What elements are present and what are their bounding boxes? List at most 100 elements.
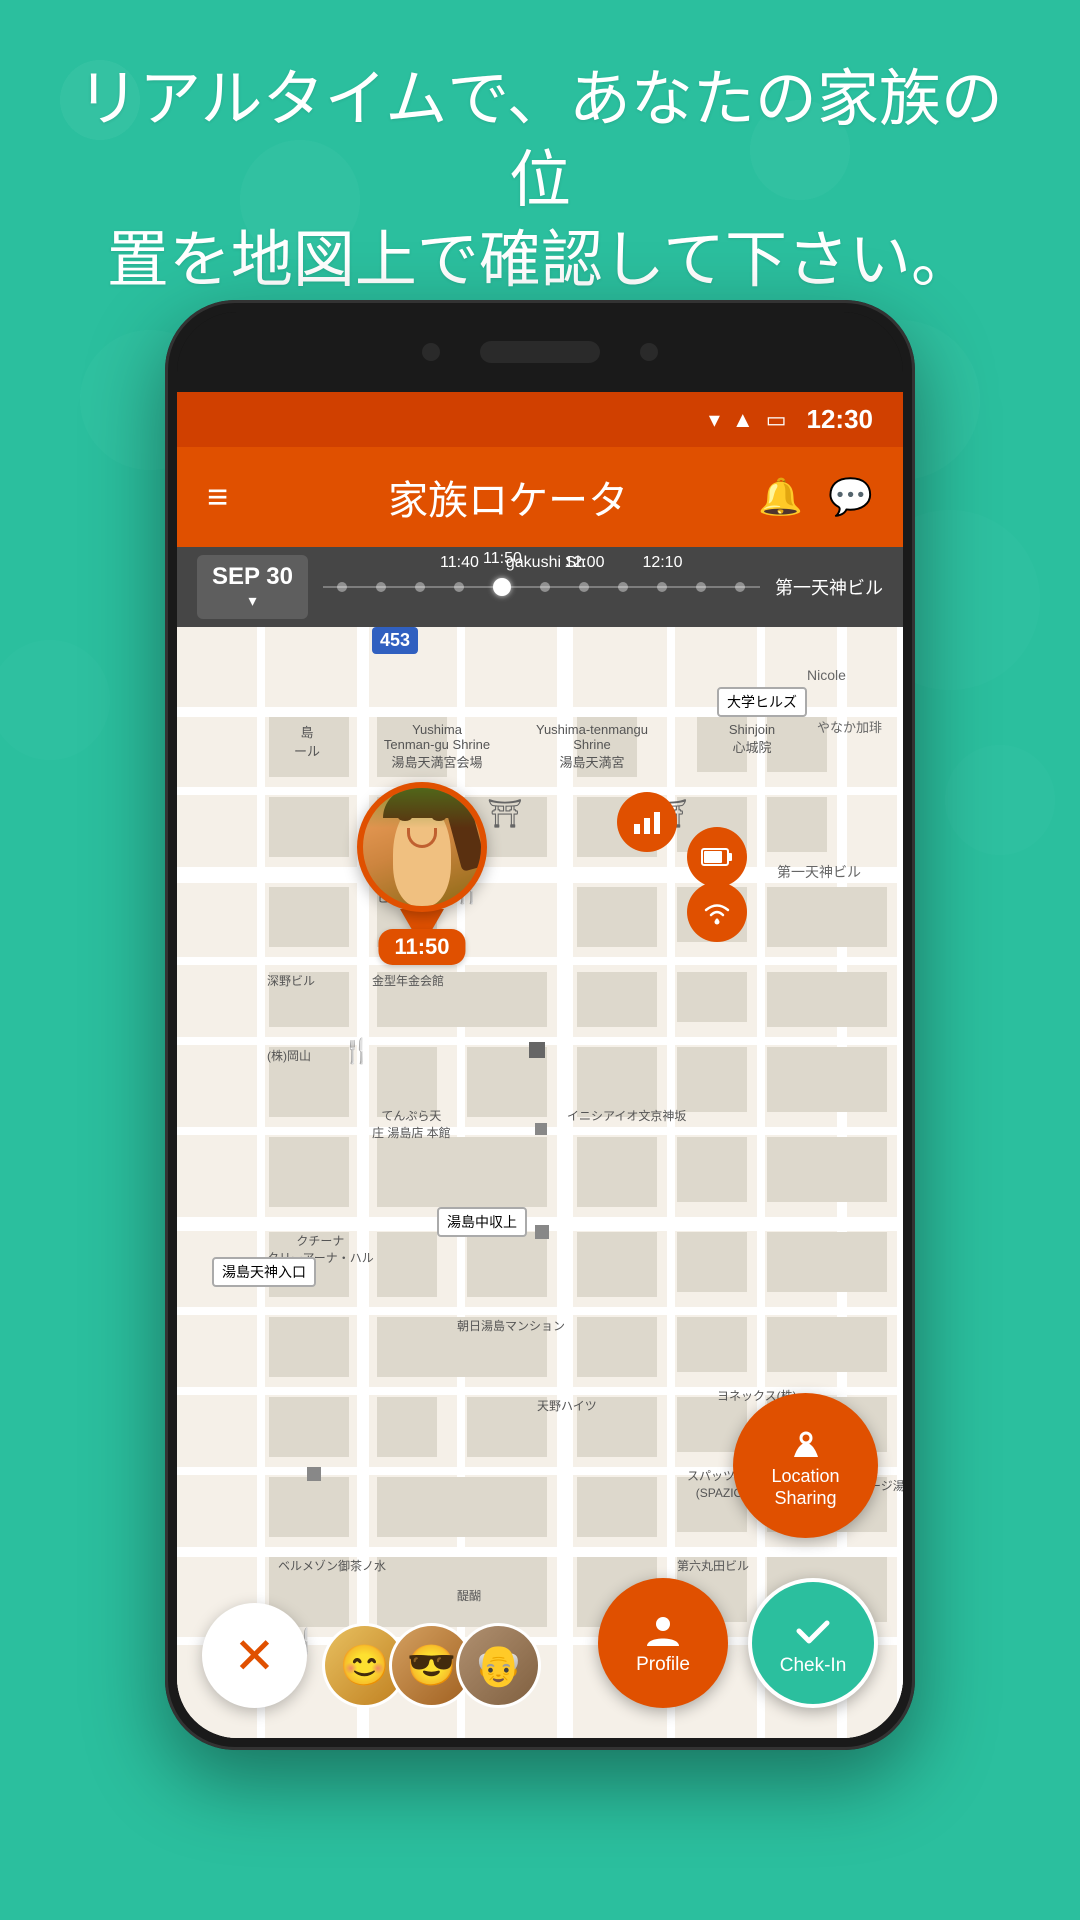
phone-inner: ▾ ▲ ▭ 12:30 ≡ 家族ロケータ 🔔 💬 SEP 30 bbox=[177, 312, 903, 1738]
hero-line1: リアルタイムで、あなたの家族の位 bbox=[60, 60, 1020, 221]
camera-bar bbox=[177, 312, 903, 392]
address-badge: 湯島中収上 bbox=[437, 1207, 527, 1237]
status-icons: ▾ ▲ ▭ 12:30 bbox=[709, 404, 873, 435]
block45 bbox=[467, 1397, 547, 1457]
block18 bbox=[577, 972, 657, 1027]
block36 bbox=[677, 1232, 747, 1292]
date-text: SEP 30 bbox=[212, 563, 293, 592]
label-yushima1: YushimaTenman-gu Shrine湯島天満宮会場 bbox=[372, 722, 502, 771]
block31 bbox=[767, 1137, 887, 1202]
road-v1 bbox=[257, 627, 265, 1738]
block11 bbox=[269, 887, 349, 947]
block34 bbox=[467, 1232, 547, 1297]
block50 bbox=[377, 1477, 547, 1537]
app-title: 家族ロケータ bbox=[258, 468, 758, 526]
label-furano: 深野ビル bbox=[267, 972, 315, 989]
timeline-dots-row: 11:40 11:50 gakushi Sh bbox=[323, 572, 760, 602]
cancel-button[interactable]: ✕ bbox=[202, 1603, 307, 1708]
message-button[interactable]: 💬 bbox=[828, 476, 873, 518]
menu-button[interactable]: ≡ bbox=[207, 476, 228, 518]
block6 bbox=[269, 797, 349, 857]
timeline-right-label: 第一天神ビル bbox=[775, 574, 883, 600]
block20 bbox=[767, 972, 887, 1027]
road-h8 bbox=[177, 1307, 903, 1315]
block35 bbox=[577, 1232, 657, 1297]
block10 bbox=[767, 797, 827, 852]
road-v5 bbox=[667, 627, 675, 1738]
label-kinen: 金型年金会館 bbox=[372, 972, 444, 989]
small-marker2 bbox=[307, 1467, 321, 1481]
profile-label: Profile bbox=[636, 1654, 690, 1676]
block38 bbox=[269, 1317, 349, 1377]
speaker-grille bbox=[480, 341, 600, 363]
notification-button[interactable]: 🔔 bbox=[758, 476, 803, 518]
block19 bbox=[677, 972, 747, 1022]
block41 bbox=[677, 1317, 747, 1372]
block29 bbox=[577, 1137, 657, 1207]
label-asahi: 朝日湯島マンション bbox=[457, 1317, 565, 1334]
status-bar: ▾ ▲ ▭ 12:30 bbox=[177, 392, 903, 447]
block15 bbox=[767, 887, 887, 947]
signal-bubble-bars bbox=[617, 792, 677, 852]
label-maruita: 第六丸田ビル bbox=[677, 1557, 749, 1574]
signal-bubble-battery bbox=[687, 827, 747, 887]
timeline-bar[interactable]: SEP 30 ▾ 11:40 bbox=[177, 547, 903, 627]
location-sharing-button[interactable]: LocationSharing bbox=[733, 1393, 878, 1538]
road-h2 bbox=[177, 787, 903, 795]
battery-icon: ▭ bbox=[766, 407, 787, 433]
checkin-label: Chek-In bbox=[780, 1655, 847, 1677]
label-tempura: てんぷら天庄 湯島店 本館 bbox=[372, 1107, 451, 1141]
label-shinjoin: Shinjoin心城院 bbox=[687, 722, 817, 756]
label-yushima2: Yushima-tenmanguShrine湯島天満宮 bbox=[527, 722, 657, 771]
station-badge: 湯島天神入口 bbox=[212, 1257, 316, 1287]
block51 bbox=[577, 1477, 657, 1537]
label-amano: 天野ハイツ bbox=[537, 1397, 597, 1414]
phone-frame: ▾ ▲ ▭ 12:30 ≡ 家族ロケータ 🔔 💬 SEP 30 bbox=[165, 300, 915, 1750]
date-chevron: ▾ bbox=[212, 592, 293, 611]
app-bar-actions: 🔔 💬 bbox=[758, 476, 873, 518]
block40 bbox=[577, 1317, 657, 1377]
uni-badge: 大学ヒルズ bbox=[717, 687, 807, 717]
profile-icon bbox=[643, 1610, 683, 1650]
location-sharing-label: LocationSharing bbox=[771, 1466, 839, 1509]
app-bar: ≡ 家族ロケータ 🔔 💬 bbox=[177, 447, 903, 547]
label-daigo: 醍醐 bbox=[457, 1587, 481, 1604]
road-v6 bbox=[757, 627, 765, 1738]
block42 bbox=[767, 1317, 887, 1372]
checkin-icon bbox=[791, 1609, 835, 1653]
timeline-time-1210: 12:10 bbox=[642, 554, 682, 572]
label-yanaka: やなか加琲 bbox=[817, 717, 882, 736]
wifi-icon: ▾ bbox=[709, 407, 720, 433]
small-marker1 bbox=[529, 1042, 545, 1058]
label-belmaison: ベルメゾン御茶ノ水 bbox=[267, 1557, 397, 1574]
block43 bbox=[269, 1397, 349, 1457]
block26 bbox=[767, 1047, 887, 1112]
checkin-button[interactable]: Chek-In bbox=[748, 1578, 878, 1708]
road-v4-wide bbox=[557, 627, 573, 1738]
avatar-3[interactable]: 👴 bbox=[456, 1623, 541, 1708]
road-h11 bbox=[177, 1547, 903, 1557]
first-tenjin-label: 第一天神ビル bbox=[777, 862, 861, 882]
label-shimajima: 島ール bbox=[267, 722, 347, 760]
hero-line2: 置を地図上で確認して下さい。 bbox=[60, 221, 1020, 302]
hero-text: リアルタイムで、あなたの家族の位 置を地図上で確認して下さい。 bbox=[0, 60, 1080, 302]
pin-time-label: 11:50 bbox=[378, 929, 465, 965]
sensor-dot bbox=[640, 343, 658, 361]
profile-button[interactable]: Profile bbox=[598, 1578, 728, 1708]
location-pin[interactable]: 11:50 bbox=[357, 782, 487, 947]
block25 bbox=[677, 1047, 747, 1112]
block37 bbox=[767, 1232, 887, 1292]
map-area[interactable]: 島ール YushimaTenman-gu Shrine湯島天満宮会場 Yushi… bbox=[177, 627, 903, 1738]
camera-lens bbox=[422, 343, 440, 361]
fork-icon1: 🍴 bbox=[342, 1037, 372, 1066]
shrine-gate-icon1: ⛩ bbox=[487, 797, 523, 830]
date-badge[interactable]: SEP 30 ▾ bbox=[197, 555, 308, 619]
block49 bbox=[269, 1477, 349, 1537]
road-number-badge: 453 bbox=[372, 627, 418, 654]
signal-icon: ▲ bbox=[732, 407, 754, 433]
avatars-row: 😊 😎 👴 bbox=[322, 1623, 541, 1708]
block27 bbox=[269, 1137, 349, 1207]
timeline-time-1200: 12:00 bbox=[564, 554, 604, 572]
cancel-icon: ✕ bbox=[234, 1627, 276, 1685]
block33 bbox=[377, 1232, 437, 1297]
